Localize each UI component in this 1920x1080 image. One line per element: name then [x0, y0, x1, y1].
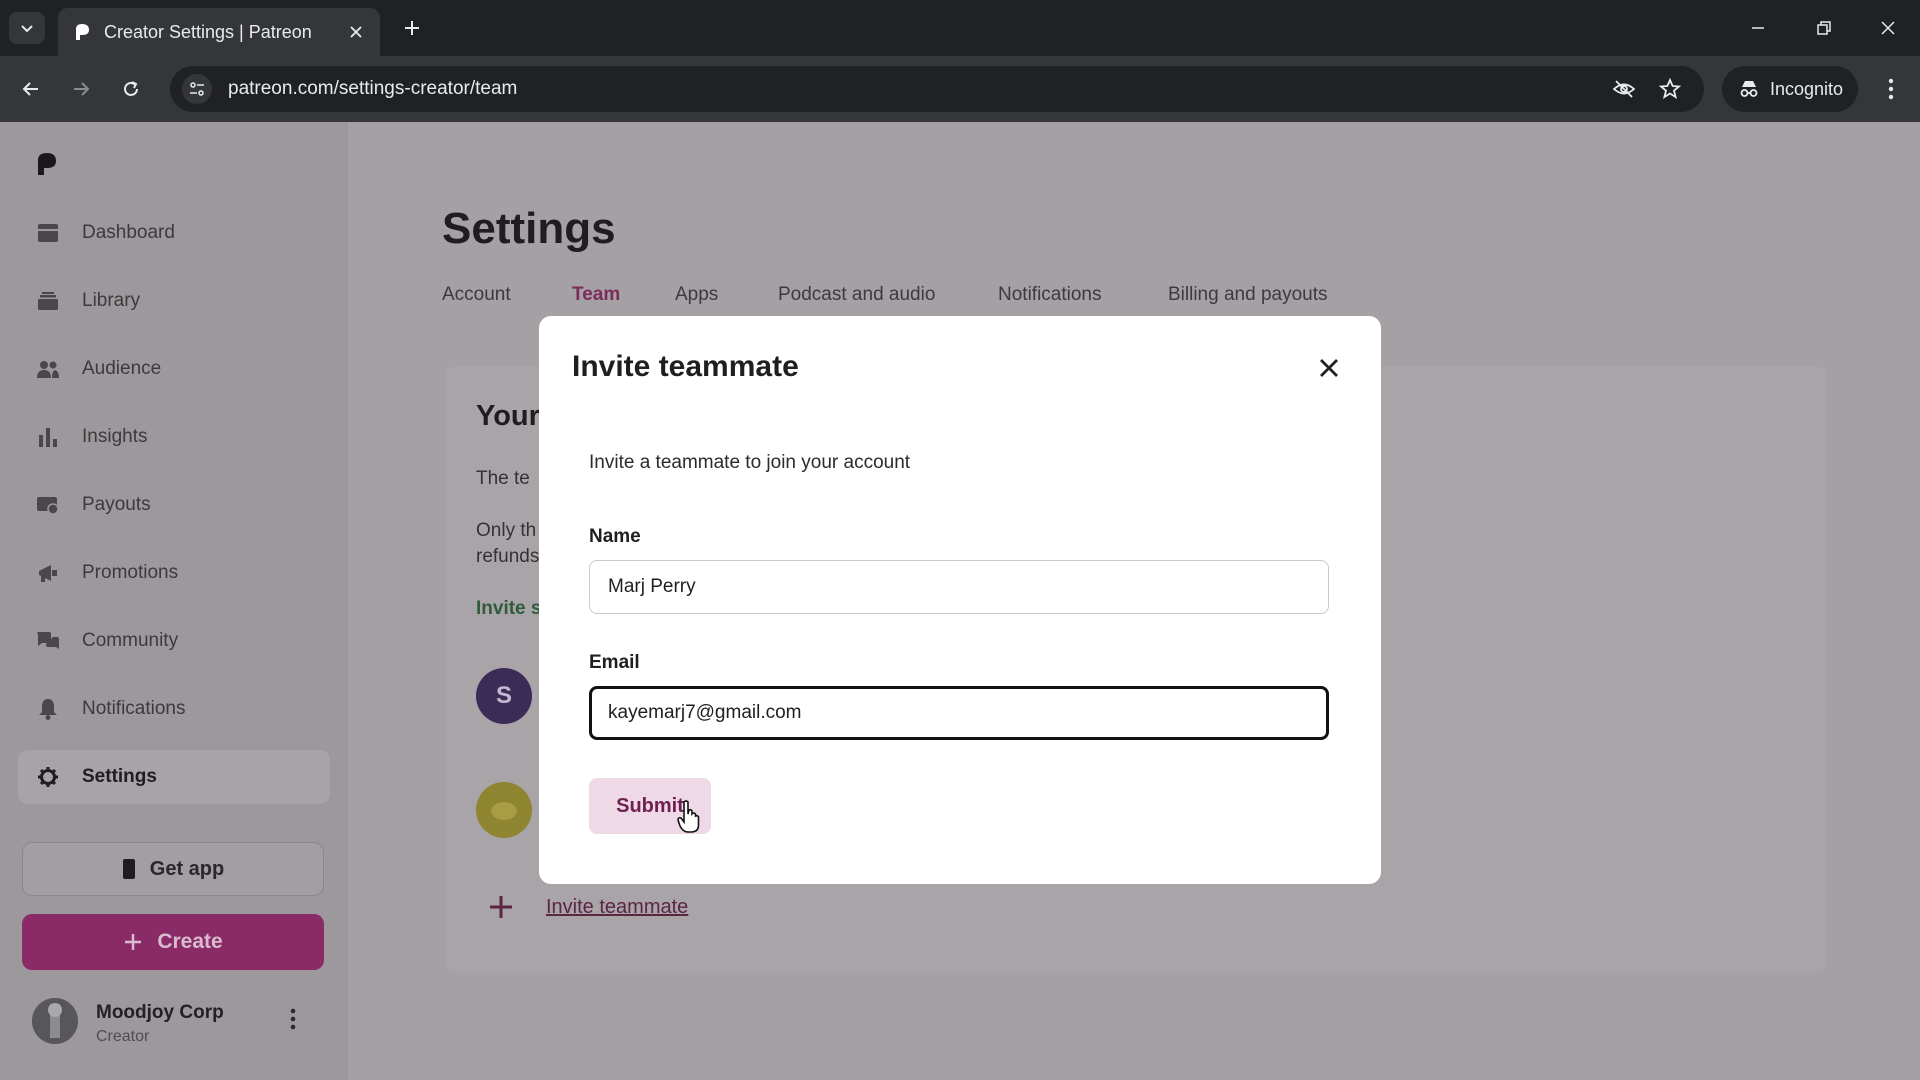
tab-close-icon[interactable]: [342, 18, 370, 46]
browser-tabstrip: Creator Settings | Patreon: [0, 0, 1920, 56]
sidebar-item-dashboard[interactable]: Dashboard: [18, 206, 330, 260]
member-initial: S: [495, 682, 512, 709]
restore-icon: [1817, 21, 1831, 35]
tab-podcast-and-audio[interactable]: Podcast and audio: [778, 284, 935, 306]
user-name[interactable]: Moodjoy Corp: [96, 1002, 224, 1024]
incognito-label: Incognito: [1770, 78, 1844, 99]
plus-icon: [123, 932, 143, 952]
name-field[interactable]: [589, 560, 1329, 614]
close-icon: [1881, 21, 1895, 35]
dialog-title: Invite teammate: [572, 350, 799, 383]
sidebar-item-label: Insights: [82, 426, 148, 447]
sidebar-item-label: Payouts: [82, 494, 151, 515]
invite-teammate-row[interactable]: Invite teammate: [488, 894, 688, 920]
minimize-icon: [1752, 27, 1764, 29]
sidebar-item-promotions[interactable]: Promotions: [18, 546, 330, 600]
tab-apps[interactable]: Apps: [675, 284, 718, 306]
star-icon[interactable]: [1654, 73, 1686, 105]
incognito-indicator[interactable]: Incognito: [1722, 66, 1858, 112]
invite-teammate-dialog: Invite teammate Invite a teammate to joi…: [539, 316, 1381, 884]
arrow-left-icon: [22, 82, 38, 96]
hand-cursor-icon: [677, 800, 701, 839]
sidebar-item-insights[interactable]: Insights: [18, 410, 330, 464]
plus-icon: [405, 21, 419, 35]
sidebar-item-label: Community: [82, 630, 179, 651]
gear-icon: [34, 766, 62, 788]
reload-button[interactable]: [114, 72, 148, 106]
get-app-label: Get app: [149, 857, 225, 880]
arrow-right-icon: [74, 82, 90, 96]
avatar[interactable]: [32, 998, 78, 1044]
sidebar-item-notifications[interactable]: Notifications: [18, 682, 330, 736]
close-window-button[interactable]: [1870, 10, 1906, 46]
reload-icon: [124, 81, 138, 96]
community-icon: [34, 631, 62, 651]
promotions-icon: [34, 563, 62, 583]
tab-billing-and-payouts[interactable]: Billing and payouts: [1168, 284, 1328, 306]
payouts-icon: [34, 495, 62, 515]
team-heading: Your: [476, 400, 540, 432]
restore-button[interactable]: [1806, 10, 1842, 46]
sidebar-item-community[interactable]: Community: [18, 614, 330, 668]
patreon-logo-icon[interactable]: [36, 152, 58, 181]
sidebar-item-label: Notifications: [82, 698, 186, 719]
minimize-button[interactable]: [1740, 10, 1776, 46]
sidebar-item-label: Settings: [82, 766, 157, 787]
user-role: Creator: [96, 1028, 150, 1045]
more-vertical-icon: [290, 1008, 296, 1030]
eye-off-icon[interactable]: [1608, 73, 1640, 105]
sidebar-item-payouts[interactable]: Payouts: [18, 478, 330, 532]
sidebar-item-label: Audience: [82, 358, 162, 379]
tab-search-button[interactable]: [9, 12, 45, 44]
address-bar[interactable]: patreon.com/settings-creator/team: [170, 66, 1704, 112]
patreon-favicon-icon: [72, 22, 92, 42]
dialog-description: Invite a teammate to join your account: [589, 452, 911, 473]
forward-button[interactable]: [64, 72, 98, 106]
browser-menu-button[interactable]: [1874, 72, 1908, 106]
sidebar-item-label: Library: [82, 290, 141, 311]
tab-title: Creator Settings | Patreon: [104, 21, 312, 42]
avatar: S: [476, 668, 532, 724]
site-info-icon[interactable]: [182, 74, 212, 104]
library-icon: [34, 291, 62, 311]
email-field[interactable]: [589, 686, 1329, 740]
plus-icon: [490, 896, 512, 918]
more-vertical-icon: [1888, 78, 1894, 100]
phone-icon: [122, 858, 136, 880]
avatar: [476, 782, 532, 838]
sidebar-item-label: Promotions: [82, 562, 179, 583]
tab-notifications[interactable]: Notifications: [998, 284, 1102, 306]
url-text: patreon.com/settings-creator/team: [228, 78, 518, 99]
user-menu-button[interactable]: [290, 1008, 296, 1030]
insights-icon: [34, 427, 62, 447]
page-title: Settings: [442, 204, 616, 253]
create-label: Create: [157, 930, 223, 953]
sidebar-item-settings[interactable]: Settings: [18, 750, 330, 804]
team-permissions-text: Only th: [476, 520, 537, 541]
browser-toolbar: patreon.com/settings-creator/team Incogn…: [0, 56, 1920, 122]
email-label: Email: [589, 652, 640, 673]
tab-team[interactable]: Team: [572, 284, 620, 306]
sidebar: Dashboard Library Audience Insights Payo…: [0, 122, 348, 1080]
chevron-down-icon: [21, 25, 33, 33]
sidebar-item-label: Dashboard: [82, 222, 175, 243]
close-icon[interactable]: [1311, 350, 1347, 386]
team-permissions-text-2: refunds: [476, 546, 540, 567]
sidebar-item-audience[interactable]: Audience: [18, 342, 330, 396]
create-button[interactable]: Create: [22, 914, 324, 970]
sidebar-item-library[interactable]: Library: [18, 274, 330, 328]
tab-account[interactable]: Account: [442, 284, 511, 306]
back-button[interactable]: [14, 72, 48, 106]
get-app-button[interactable]: Get app: [22, 842, 324, 896]
incognito-icon: [1738, 78, 1760, 100]
name-label: Name: [589, 526, 641, 547]
bell-icon: [34, 698, 62, 720]
browser-tab[interactable]: Creator Settings | Patreon: [58, 8, 380, 56]
dashboard-icon: [34, 223, 62, 243]
audience-icon: [34, 359, 62, 379]
new-tab-button[interactable]: [396, 12, 428, 44]
invite-teammate-link[interactable]: Invite teammate: [546, 896, 688, 919]
team-help-link[interactable]: Invite s: [476, 598, 541, 620]
team-description: The te: [476, 468, 530, 489]
